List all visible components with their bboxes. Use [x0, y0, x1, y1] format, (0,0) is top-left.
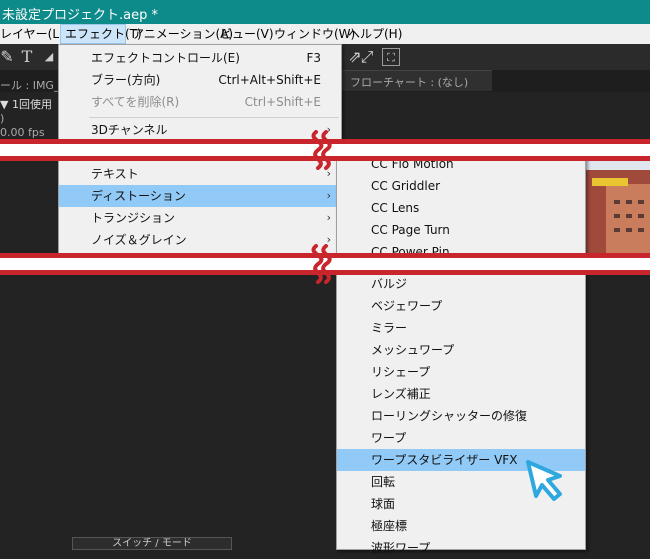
- break-squiggle-icon: [311, 244, 332, 284]
- switch-mode-tab[interactable]: スイッチ / モード: [72, 537, 232, 550]
- menu-item-3d-channel[interactable]: 3Dチャンネル ›: [59, 119, 341, 141]
- triangle-down-icon: ▼: [0, 98, 9, 111]
- chevron-right-icon: ›: [326, 189, 331, 202]
- submenu-item-bezier-warp[interactable]: ベジェワープ: [337, 295, 585, 317]
- chevron-right-icon: ›: [326, 211, 331, 224]
- cursor-arrow-icon: [526, 460, 562, 501]
- submenu-item-lens-correction[interactable]: レンズ補正: [337, 383, 585, 405]
- submenu-item-bulge[interactable]: バルジ: [337, 273, 585, 295]
- submenu-item-rolling-shutter-repair[interactable]: ローリングシャッターの修復: [337, 405, 585, 427]
- submenu-item-mirror[interactable]: ミラー: [337, 317, 585, 339]
- usage-count: 1回使用: [11, 98, 52, 111]
- snap-icon[interactable]: ⛶: [382, 48, 400, 66]
- submenu-item-cc-griddler[interactable]: CC Griddler: [337, 175, 585, 197]
- brush-tool-icon[interactable]: ◢: [40, 48, 58, 66]
- menu-view[interactable]: ビュー(V): [216, 24, 278, 44]
- submenu-item-cc-page-turn[interactable]: CC Page Turn: [337, 219, 585, 241]
- menu-item-text[interactable]: テキスト ›: [59, 163, 341, 185]
- submenu-item-cc-lens[interactable]: CC Lens: [337, 197, 585, 219]
- menu-bar: レイヤー(L) エフェクト(T) アニメーション(A) ビュー(V) ウィンドウ…: [0, 24, 650, 45]
- menu-item-directional-blur[interactable]: ブラー(方向) Ctrl+Alt+Shift+E: [59, 69, 341, 91]
- menu-item-distort[interactable]: ディストーション ›: [59, 185, 341, 207]
- menu-separator: [89, 117, 339, 118]
- menu-item-noise-grain[interactable]: ノイズ＆グレイン ›: [59, 229, 341, 251]
- submenu-item-warp[interactable]: ワープ: [337, 427, 585, 449]
- menu-help[interactable]: ヘルプ(H): [344, 24, 406, 44]
- project-footage-label: ール : IMG_2: [0, 79, 67, 92]
- submenu-item-reshape[interactable]: リシェープ: [337, 361, 585, 383]
- submenu-item-wave-warp[interactable]: 波形ワープ: [337, 537, 585, 559]
- expand-icon[interactable]: ⤢: [358, 48, 376, 66]
- paren-text: ): [0, 112, 5, 125]
- menu-layer[interactable]: レイヤー(L): [0, 24, 68, 44]
- fps-value: 0.00 fps: [0, 126, 45, 139]
- pen-tool-icon[interactable]: ✎: [0, 48, 16, 66]
- menu-item-remove-all: すべてを削除(R) Ctrl+Shift+E: [91, 95, 321, 109]
- submenu-item-mesh-warp[interactable]: メッシュワープ: [337, 339, 585, 361]
- flowchart-tab[interactable]: フローチャート : (なし): [342, 70, 492, 91]
- composition-preview-image: [586, 156, 650, 260]
- menu-item-transition[interactable]: トランジション ›: [59, 207, 341, 229]
- break-squiggle-icon: [311, 130, 332, 170]
- text-tool-icon[interactable]: T: [18, 48, 36, 66]
- title-bar: 未設定プロジェクト.aep *: [0, 0, 650, 24]
- submenu-item-polar-coordinates[interactable]: 極座標: [337, 515, 585, 537]
- window-title: 未設定プロジェクト.aep *: [2, 8, 158, 23]
- usage-row: ▼ 1回使用: [0, 96, 52, 112]
- menu-effect[interactable]: エフェクト(T): [60, 24, 142, 44]
- flowchart-tab-label: フローチャート : (なし): [350, 76, 469, 89]
- menu-item-effect-controls[interactable]: エフェクトコントロール(E) F3: [59, 47, 341, 69]
